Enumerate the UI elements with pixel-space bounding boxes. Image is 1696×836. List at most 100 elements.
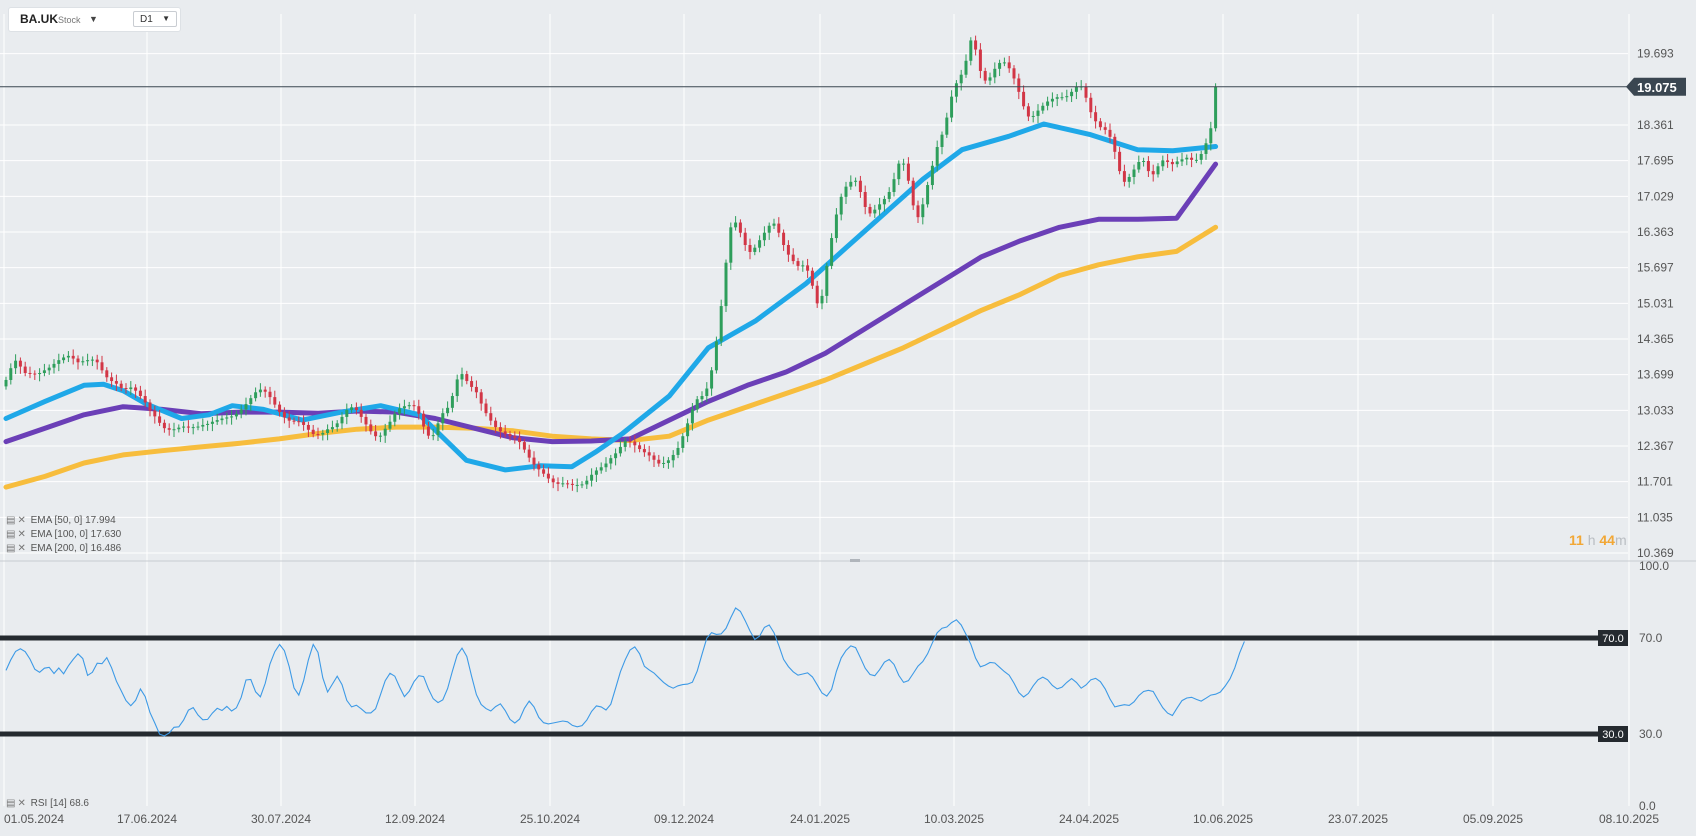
settings-icon[interactable]: ▤ (6, 515, 15, 526)
candle-body (422, 413, 426, 427)
symbol-name[interactable]: BA.UK (20, 12, 58, 26)
close-icon[interactable]: ✕ (17, 515, 25, 526)
settings-icon[interactable]: ▤ (6, 529, 15, 540)
candle-body (1204, 143, 1208, 154)
settings-icon[interactable]: ▤ (6, 543, 15, 554)
candle-body (1046, 101, 1050, 106)
candle-body (1142, 160, 1146, 163)
candle-body (402, 406, 406, 409)
candle-body (129, 387, 133, 390)
candle-body (71, 355, 75, 359)
candle-body (556, 482, 560, 484)
candle-body (436, 423, 440, 436)
candle-body (642, 449, 646, 453)
candle-body (844, 186, 848, 197)
candle (724, 259, 728, 312)
candle-body (863, 191, 867, 207)
legend-ema100[interactable]: ▤ ✕ EMA [100, 0] 17.630 (6, 529, 121, 540)
candle-body (719, 306, 723, 342)
candle (810, 267, 814, 289)
candle-body (66, 355, 70, 358)
time-tick-label: 05.09.2025 (1463, 812, 1523, 826)
candle-body (388, 421, 392, 429)
candle-body (158, 416, 162, 423)
candle-body (599, 467, 603, 471)
candle-body (210, 421, 214, 424)
candle (911, 177, 915, 210)
legend-ema200[interactable]: ▤ ✕ EMA [200, 0] 16.486 (6, 543, 121, 554)
candle-body (52, 363, 56, 368)
candle-body (119, 383, 123, 389)
candle-body (878, 204, 882, 210)
candle (1214, 83, 1218, 132)
candle-body (474, 386, 478, 393)
candle-body (345, 409, 349, 417)
candle-body (676, 447, 680, 455)
candle-body (1036, 110, 1040, 116)
candle-body (460, 374, 464, 380)
close-icon[interactable]: ✕ (17, 529, 25, 540)
candle-body (532, 457, 536, 465)
candle-body (561, 483, 565, 485)
candle-body (1007, 62, 1011, 69)
price-axis[interactable]: 19.693 18.361 17.695 17.029 16.363 15.697 15.0… (1637, 47, 1674, 560)
close-icon[interactable]: ✕ (17, 798, 25, 809)
caret-down-icon[interactable]: ▼ (89, 14, 98, 24)
countdown-minutes-unit: m (1614, 532, 1627, 548)
candle-body (148, 402, 152, 411)
candle-body (1199, 153, 1203, 160)
countdown-hours-unit: h (1587, 532, 1596, 548)
rsi-level-label: 30.0 (1602, 729, 1623, 741)
candle-body (450, 396, 454, 408)
chart-canvas[interactable]: 19.693 18.361 17.695 17.029 16.363 15.697 15.0… (0, 0, 1696, 836)
candle-body (1012, 68, 1016, 79)
candle-body (1060, 97, 1064, 99)
candle-body (263, 389, 267, 392)
settings-icon[interactable]: ▤ (6, 798, 15, 809)
candle-body (412, 405, 416, 407)
candle-body (974, 40, 978, 50)
candle-body (1041, 105, 1045, 111)
candle-body (268, 391, 272, 398)
candle-body (782, 232, 786, 246)
candle-body (623, 441, 627, 447)
candle-body (738, 222, 742, 233)
candle-body (695, 399, 699, 410)
legend-rsi[interactable]: ▤ ✕ RSI [14] 68.6 (6, 798, 89, 809)
candle-body (686, 423, 690, 437)
close-icon[interactable]: ✕ (17, 543, 25, 554)
candle (830, 233, 834, 270)
candle-body (354, 407, 358, 410)
candle-body (983, 70, 987, 81)
candle-body (215, 420, 219, 422)
candle-body (1089, 97, 1093, 113)
time-tick-label: 24.04.2025 (1059, 812, 1119, 826)
price-tick-label: 15.697 (1637, 261, 1674, 275)
candle-body (959, 74, 963, 84)
countdown-hours: 11 (1569, 532, 1584, 548)
candle-body (479, 392, 483, 404)
timeframe-select[interactable]: D1 ▼ (133, 11, 177, 27)
candle-body (431, 435, 435, 437)
candle-body (1031, 115, 1035, 117)
candle-body (834, 214, 838, 239)
candle-body (858, 180, 862, 192)
legend-ema50[interactable]: ▤ ✕ EMA [50, 0] 17.994 (6, 515, 116, 526)
candle-body (62, 357, 66, 361)
candle-body (1185, 157, 1189, 160)
candle-body (124, 388, 128, 390)
price-tick-label: 14.365 (1637, 332, 1674, 346)
candle-body (906, 163, 910, 181)
candle-body (302, 421, 306, 425)
candle-body (705, 388, 709, 397)
candle-body (839, 196, 843, 215)
candle-body (988, 77, 992, 81)
candle-body (426, 426, 430, 436)
candle-body (1122, 171, 1126, 182)
candle-body (292, 420, 296, 422)
candle-body (47, 367, 51, 371)
pane-resize-handle[interactable] (850, 559, 860, 562)
candle-body (570, 483, 574, 485)
candle-body (954, 83, 958, 97)
candle-body (1022, 91, 1026, 107)
